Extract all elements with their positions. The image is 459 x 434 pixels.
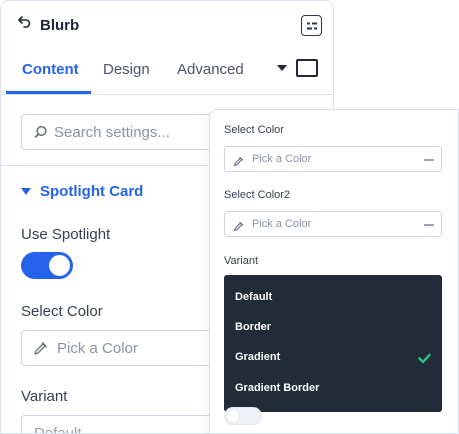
variant-option-default[interactable]: Default: [235, 291, 272, 303]
toggle-knob: [49, 255, 70, 276]
checkmark-icon: [418, 351, 431, 369]
tab-content[interactable]: Content: [22, 61, 79, 78]
tab-bar: Content Design Advanced: [1, 51, 333, 95]
back-arrow-icon[interactable]: [18, 16, 34, 32]
popup-color-placeholder: Pick a Color: [252, 153, 312, 165]
section-caret-icon[interactable]: [21, 188, 31, 195]
preview-window-icon[interactable]: [296, 59, 318, 77]
clear-icon[interactable]: [424, 159, 434, 161]
panel-header: Blurb: [1, 1, 333, 51]
popup-color2-picker-field[interactable]: Pick a Color: [224, 211, 442, 237]
color-placeholder: Pick a Color: [57, 340, 138, 357]
popup-variant-label: Variant: [224, 255, 259, 267]
variant-option-border[interactable]: Border: [235, 321, 271, 333]
variant-option-gradient[interactable]: Gradient: [235, 351, 280, 363]
popup-toggle[interactable]: [224, 407, 262, 425]
eyedropper-icon: [33, 341, 48, 361]
variant-option-gradient-border[interactable]: Gradient Border: [235, 382, 319, 394]
popup-select-color2-label: Select Color2: [224, 189, 291, 201]
use-spotlight-toggle[interactable]: [21, 252, 73, 279]
variant-value: Default: [34, 425, 82, 434]
variant-dropdown-menu: Default Border Gradient Gradient Border: [224, 275, 442, 412]
search-icon: [34, 125, 48, 144]
toggle-knob: [227, 410, 239, 422]
select-color-label: Select Color: [21, 303, 103, 320]
popup-color2-placeholder: Pick a Color: [252, 218, 312, 230]
use-spotlight-label: Use Spotlight: [21, 226, 111, 243]
spotlight-settings-popup: Select Color Pick a Color Select Color2 …: [209, 109, 459, 434]
popup-color-picker-field[interactable]: Pick a Color: [224, 146, 442, 172]
tab-design[interactable]: Design: [103, 61, 150, 78]
section-title[interactable]: Spotlight Card: [40, 183, 143, 200]
active-tab-indicator: [6, 91, 91, 94]
caret-down-icon[interactable]: [277, 65, 287, 71]
clear-icon[interactable]: [424, 224, 434, 226]
panel-menu-icon[interactable]: [301, 15, 322, 36]
eyedropper-icon: [233, 219, 244, 237]
popup-select-color-label: Select Color: [224, 124, 284, 136]
tab-advanced[interactable]: Advanced: [177, 61, 244, 78]
panel-title: Blurb: [40, 17, 80, 34]
eyedropper-icon: [233, 154, 244, 172]
search-placeholder: Search settings...: [54, 124, 170, 141]
variant-label: Variant: [21, 388, 68, 405]
